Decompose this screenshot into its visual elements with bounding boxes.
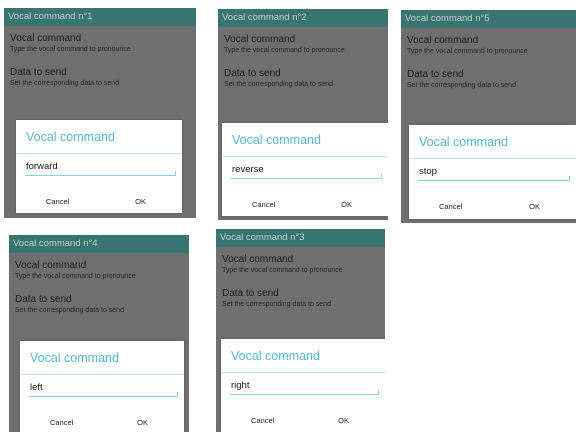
dialog-title: Vocal command bbox=[419, 135, 508, 149]
setting-summary: Type the vocal command to pronounce bbox=[224, 47, 345, 54]
dialog-title: Vocal command bbox=[232, 133, 321, 147]
phone-screen-command-1: Vocal command n°1 Vocal command Type the… bbox=[4, 8, 196, 218]
setting-summary: Type the vocal command to pronounce bbox=[15, 273, 136, 280]
app-bar-title: Vocal command n°5 bbox=[401, 10, 576, 28]
setting-title: Vocal command bbox=[407, 35, 479, 46]
dialog-divider bbox=[16, 153, 182, 154]
app-bar-title: Vocal command n°2 bbox=[218, 9, 388, 27]
vocal-command-dialog: Vocal command stop Cancel OK bbox=[409, 125, 576, 219]
dialog-title: Vocal command bbox=[231, 349, 320, 363]
setting-summary: Set the corresponding data to send bbox=[222, 301, 331, 308]
cancel-button[interactable]: Cancel bbox=[50, 418, 73, 427]
data-to-send-setting[interactable]: Data to send Set the corresponding data … bbox=[401, 69, 576, 90]
setting-summary: Set the corresponding data to send bbox=[10, 80, 119, 87]
vocal-command-setting[interactable]: Vocal command Type the vocal command to … bbox=[4, 33, 196, 54]
setting-summary: Type the vocal command to pronounce bbox=[10, 46, 131, 53]
setting-title: Vocal command bbox=[10, 33, 82, 44]
cancel-button[interactable]: Cancel bbox=[439, 202, 462, 211]
screenshot-collage: Vocal command n°1 Vocal command Type the… bbox=[0, 0, 576, 432]
dialog-title: Vocal command bbox=[30, 351, 119, 365]
setting-title: Data to send bbox=[222, 288, 279, 299]
dialog-divider bbox=[409, 158, 576, 159]
command-text-input[interactable]: left bbox=[29, 380, 178, 397]
phone-screen-command-5: Vocal command n°5 Vocal command Type the… bbox=[401, 10, 576, 223]
setting-summary: Type the vocal command to pronounce bbox=[407, 48, 528, 55]
data-to-send-setting[interactable]: Data to send Set the corresponding data … bbox=[9, 294, 189, 315]
ok-button[interactable]: OK bbox=[341, 200, 352, 209]
dialog-divider bbox=[20, 374, 184, 375]
vocal-command-dialog: Vocal command reverse Cancel OK bbox=[222, 123, 388, 216]
dialog-divider bbox=[222, 156, 388, 157]
vocal-command-setting[interactable]: Vocal command Type the vocal command to … bbox=[401, 35, 576, 56]
ok-button[interactable]: OK bbox=[135, 197, 146, 206]
dialog-divider bbox=[221, 372, 385, 373]
app-bar-title: Vocal command n°4 bbox=[9, 235, 189, 253]
setting-summary: Type the vocal command to pronounce bbox=[222, 267, 343, 274]
vocal-command-dialog: Vocal command right Cancel OK bbox=[221, 339, 385, 432]
setting-title: Data to send bbox=[15, 294, 72, 305]
command-text-input[interactable]: forward bbox=[25, 159, 176, 176]
setting-title: Vocal command bbox=[224, 34, 296, 45]
cancel-button[interactable]: Cancel bbox=[252, 200, 275, 209]
data-to-send-setting[interactable]: Data to send Set the corresponding data … bbox=[218, 68, 388, 89]
cancel-button[interactable]: Cancel bbox=[251, 416, 274, 425]
phone-screen-command-2: Vocal command n°2 Vocal command Type the… bbox=[218, 9, 388, 220]
setting-title: Vocal command bbox=[222, 254, 294, 265]
setting-summary: Set the corresponding data to send bbox=[407, 82, 516, 89]
vocal-command-dialog: Vocal command left Cancel OK bbox=[20, 341, 184, 432]
setting-title: Data to send bbox=[224, 68, 281, 79]
cancel-button[interactable]: Cancel bbox=[46, 197, 69, 206]
command-text-input[interactable]: reverse bbox=[231, 162, 382, 179]
ok-button[interactable]: OK bbox=[529, 202, 540, 211]
app-bar-title: Vocal command n°3 bbox=[216, 229, 385, 247]
phone-screen-command-4: Vocal command n°4 Vocal command Type the… bbox=[9, 235, 189, 432]
phone-screen-command-3: Vocal command n°3 Vocal command Type the… bbox=[216, 229, 385, 432]
data-to-send-setting[interactable]: Data to send Set the corresponding data … bbox=[4, 67, 196, 88]
setting-title: Data to send bbox=[407, 69, 464, 80]
setting-summary: Set the corresponding data to send bbox=[224, 81, 333, 88]
command-text-input[interactable]: right bbox=[230, 378, 379, 395]
ok-button[interactable]: OK bbox=[137, 418, 148, 427]
app-bar-title: Vocal command n°1 bbox=[4, 8, 196, 26]
vocal-command-setting[interactable]: Vocal command Type the vocal command to … bbox=[216, 254, 385, 275]
vocal-command-setting[interactable]: Vocal command Type the vocal command to … bbox=[218, 34, 388, 55]
dialog-title: Vocal command bbox=[26, 130, 115, 144]
setting-title: Data to send bbox=[10, 67, 67, 78]
setting-title: Vocal command bbox=[15, 260, 87, 271]
vocal-command-dialog: Vocal command forward Cancel OK bbox=[16, 120, 182, 213]
data-to-send-setting[interactable]: Data to send Set the corresponding data … bbox=[216, 288, 385, 309]
command-text-input[interactable]: stop bbox=[418, 164, 570, 181]
vocal-command-setting[interactable]: Vocal command Type the vocal command to … bbox=[9, 260, 189, 281]
ok-button[interactable]: OK bbox=[338, 416, 349, 425]
setting-summary: Set the corresponding data to send bbox=[15, 307, 124, 314]
